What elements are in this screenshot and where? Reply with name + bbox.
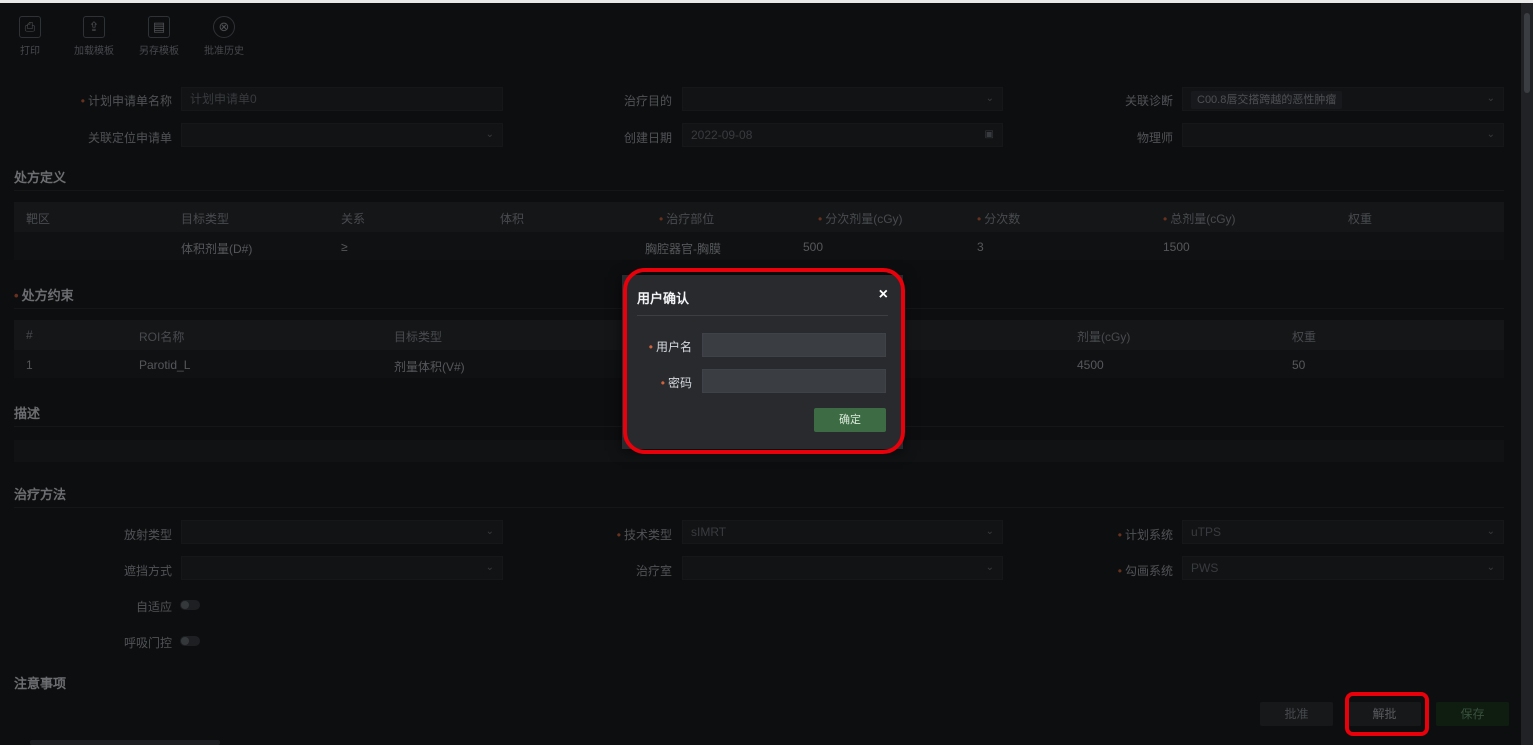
- password-input[interactable]: [702, 369, 886, 393]
- username-input[interactable]: [702, 333, 886, 357]
- vertical-scrollbar[interactable]: [1521, 3, 1533, 745]
- scrollbar-thumb[interactable]: [1524, 13, 1530, 93]
- user-confirm-dialog: 用户确认 × 用户名 密码 确定: [622, 275, 903, 449]
- password-label: 密码: [622, 374, 692, 391]
- username-label: 用户名: [622, 338, 692, 355]
- dialog-title: 用户确认: [637, 291, 690, 306]
- confirm-button[interactable]: 确定: [814, 408, 886, 432]
- dialog-divider: [637, 315, 888, 316]
- close-icon[interactable]: ×: [879, 286, 888, 304]
